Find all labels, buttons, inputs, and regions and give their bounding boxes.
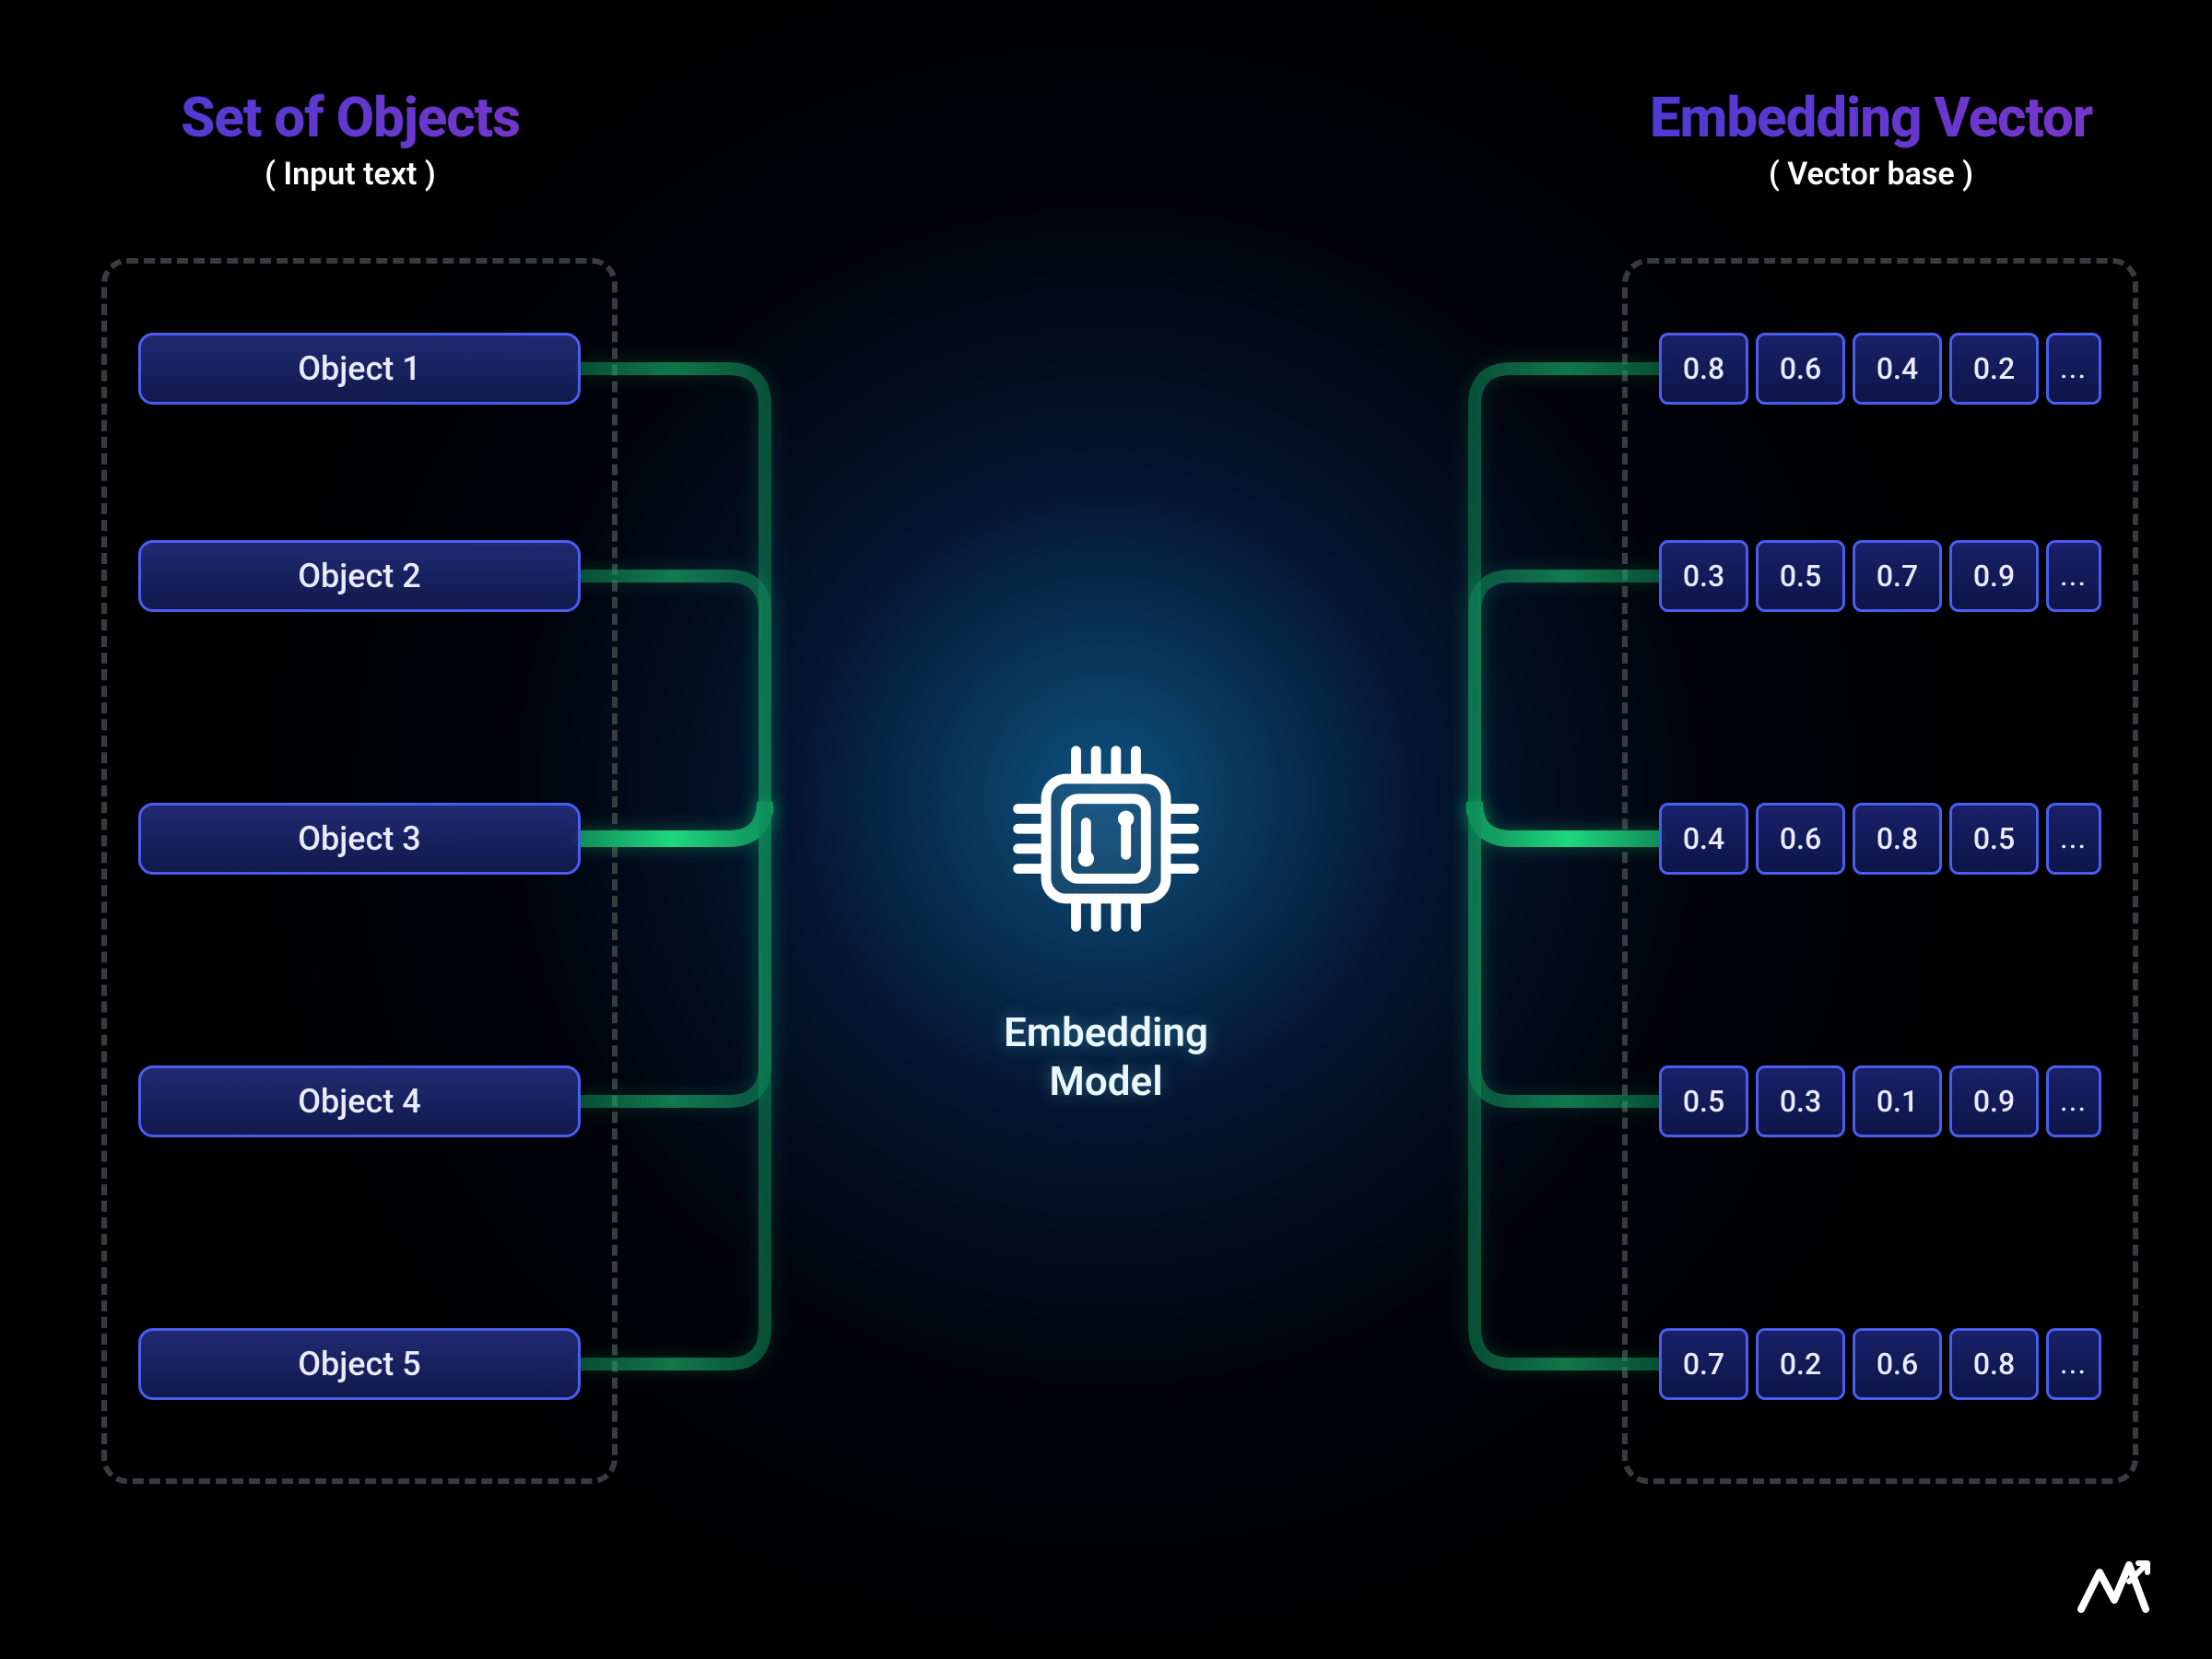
object-pill: Object 5 xyxy=(138,1328,581,1400)
object-pill: Object 2 xyxy=(138,540,581,612)
vector-cell: 0.6 xyxy=(1756,333,1845,405)
vector-cells: 0.40.60.80.5... xyxy=(1659,803,2101,875)
vector-cell: 0.6 xyxy=(1756,803,1845,875)
vector-cell: 0.9 xyxy=(1949,1065,2039,1137)
vector-ellipsis: ... xyxy=(2046,333,2101,405)
vector-ellipsis: ... xyxy=(2046,1328,2101,1400)
right-title-text: Embedding Vector xyxy=(1613,85,2129,150)
right-column-title: Embedding Vector ( Vector base ) xyxy=(1613,85,2129,193)
vector-cell: 0.2 xyxy=(1949,333,2039,405)
brand-logo-icon xyxy=(2074,1554,2157,1622)
vector-row: 0.40.60.80.5... xyxy=(1659,803,2101,875)
vector-cell: 0.8 xyxy=(1949,1328,2039,1400)
vector-ellipsis: ... xyxy=(2046,540,2101,612)
object-pill: Object 3 xyxy=(138,803,581,875)
vector-cell: 0.5 xyxy=(1949,803,2039,875)
left-subtitle-text: ( Input text ) xyxy=(92,156,608,193)
left-title-text: Set of Objects xyxy=(92,85,608,150)
object-row: Object 4 xyxy=(138,1065,581,1137)
vector-cell: 0.5 xyxy=(1756,540,1845,612)
vector-cells: 0.70.20.60.8... xyxy=(1659,1328,2101,1400)
vector-row: 0.70.20.60.8... xyxy=(1659,1328,2101,1400)
vector-row: 0.50.30.10.9... xyxy=(1659,1065,2101,1137)
vector-cell: 0.7 xyxy=(1853,540,1942,612)
object-pill: Object 1 xyxy=(138,333,581,405)
vector-ellipsis: ... xyxy=(2046,1065,2101,1137)
object-pill: Object 4 xyxy=(138,1065,581,1137)
chip-label-line1: Embedding xyxy=(1004,1008,1208,1056)
chip-icon xyxy=(986,719,1226,959)
vector-cell: 0.9 xyxy=(1949,540,2039,612)
vector-cell: 0.7 xyxy=(1659,1328,1748,1400)
embedding-model-node: Embedding Model xyxy=(986,719,1226,1106)
vector-row: 0.30.50.70.9... xyxy=(1659,540,2101,612)
vector-cell: 0.2 xyxy=(1756,1328,1845,1400)
right-subtitle-text: ( Vector base ) xyxy=(1613,156,2129,193)
embedding-model-label: Embedding Model xyxy=(986,1008,1226,1106)
vector-cell: 0.6 xyxy=(1853,1328,1942,1400)
vector-cell: 0.3 xyxy=(1756,1065,1845,1137)
left-column-title: Set of Objects ( Input text ) xyxy=(92,85,608,193)
vector-cell: 0.1 xyxy=(1853,1065,1942,1137)
vector-cell: 0.4 xyxy=(1853,333,1942,405)
vector-cell: 0.8 xyxy=(1853,803,1942,875)
object-row: Object 3 xyxy=(138,803,581,875)
diagram-stage: Set of Objects ( Input text ) Embedding … xyxy=(0,0,2212,1659)
object-row: Object 1 xyxy=(138,333,581,405)
vector-cells: 0.50.30.10.9... xyxy=(1659,1065,2101,1137)
vector-ellipsis: ... xyxy=(2046,803,2101,875)
vector-cell: 0.3 xyxy=(1659,540,1748,612)
vector-cells: 0.30.50.70.9... xyxy=(1659,540,2101,612)
vector-cell: 0.5 xyxy=(1659,1065,1748,1137)
object-row: Object 5 xyxy=(138,1328,581,1400)
vector-row: 0.80.60.40.2... xyxy=(1659,333,2101,405)
chip-label-line2: Model xyxy=(1049,1057,1162,1105)
vector-cell: 0.4 xyxy=(1659,803,1748,875)
object-row: Object 2 xyxy=(138,540,581,612)
vector-cells: 0.80.60.40.2... xyxy=(1659,333,2101,405)
vector-cell: 0.8 xyxy=(1659,333,1748,405)
